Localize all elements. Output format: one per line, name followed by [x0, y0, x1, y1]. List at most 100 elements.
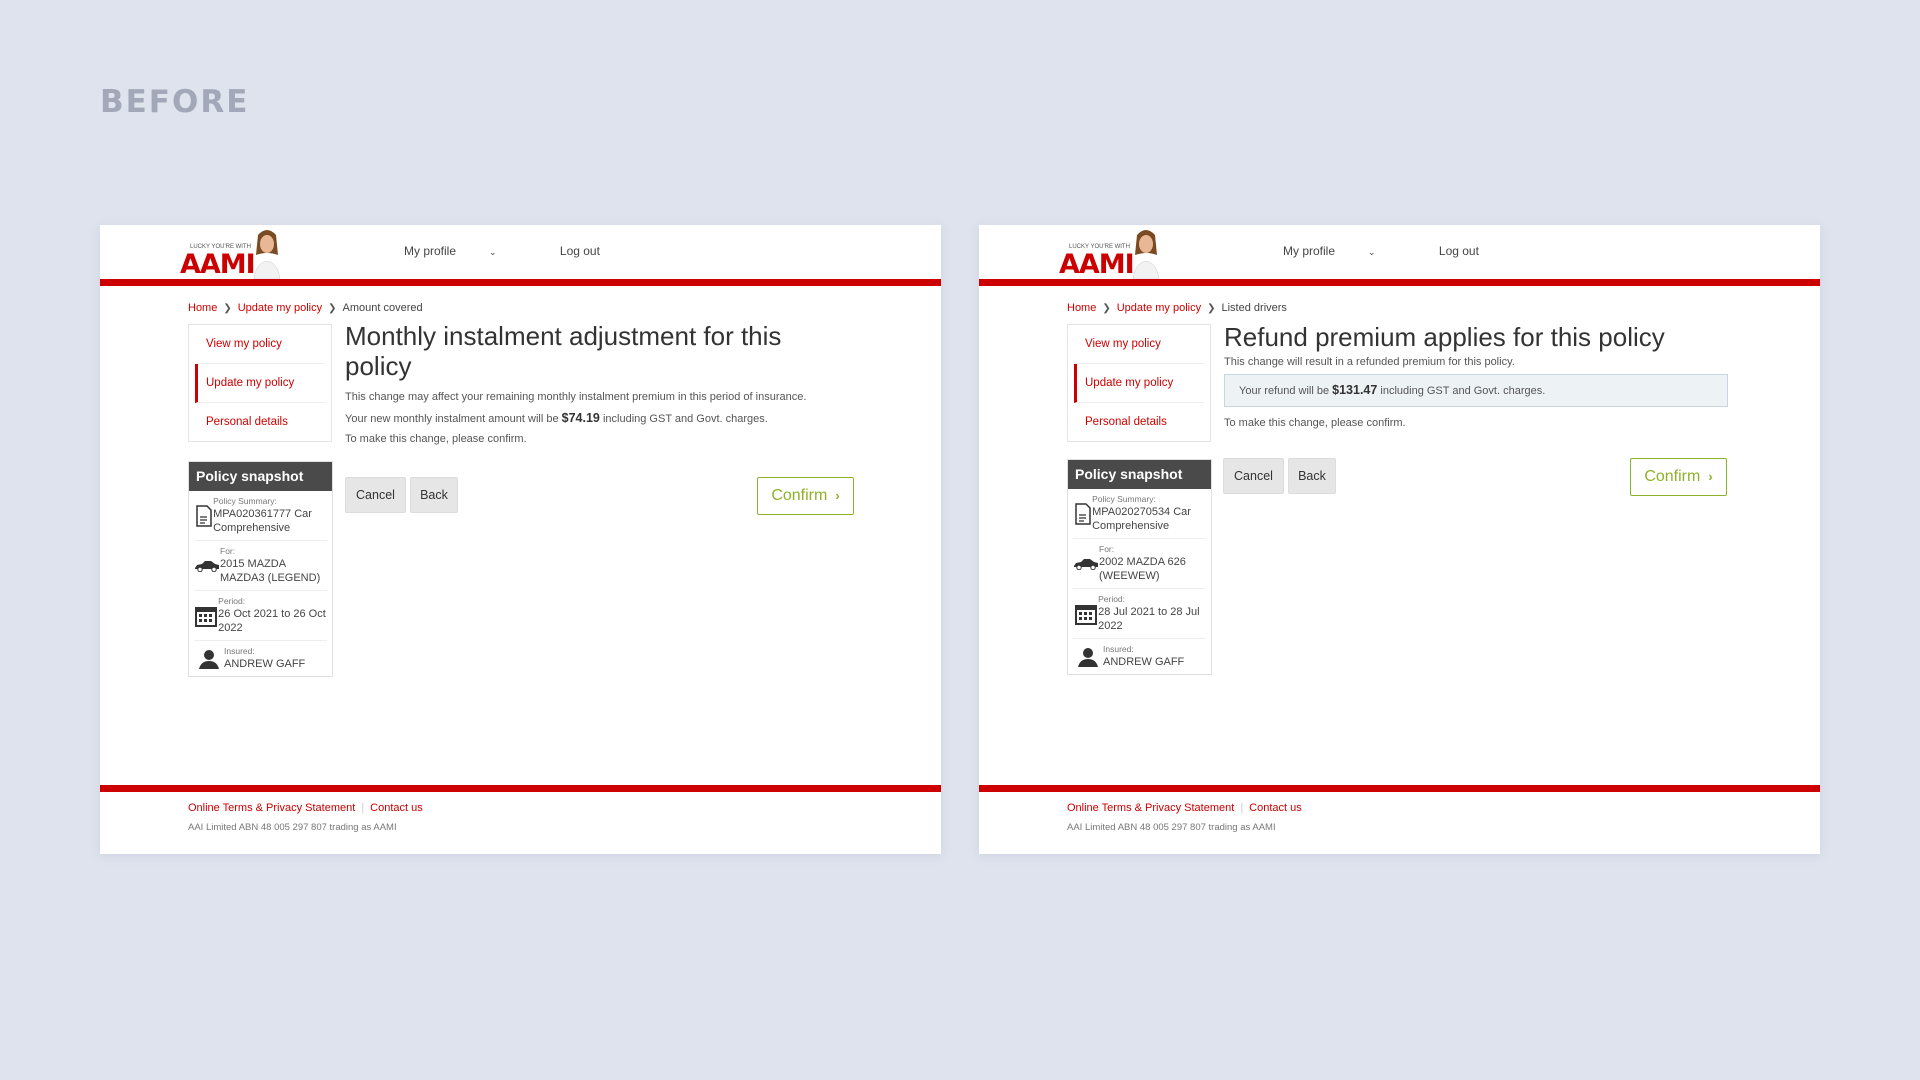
spokesperson-image — [253, 230, 281, 279]
car-icon — [1073, 558, 1099, 570]
chevron-right-icon: › — [1708, 469, 1713, 484]
calendar-icon — [1073, 603, 1098, 625]
insured-label: Insured: — [1103, 644, 1134, 654]
menu-update-policy[interactable]: Update my policy — [1074, 364, 1204, 403]
site-header: LUCKY YOU'RE WITH AAMI My profile ⌄ Log o… — [979, 225, 1820, 286]
footer-abn: AAI Limited ABN 48 005 297 807 trading a… — [188, 822, 397, 833]
snapshot-summary: Policy Summary: MPA020270534 Car Comprehe… — [1073, 489, 1206, 539]
side-menu: View my policy Update my policy Personal… — [188, 324, 332, 442]
footer-links: Online Terms & Privacy Statement | Contact… — [188, 802, 423, 814]
snapshot-summary: Policy Summary: MPA020361777 Car Comprehe… — [194, 491, 327, 541]
cancel-button[interactable]: Cancel — [1223, 458, 1284, 494]
before-heading: BEFORE — [100, 84, 250, 120]
chevron-down-icon: ⌄ — [489, 247, 497, 257]
vehicle-label: For: — [220, 546, 236, 556]
period-label: Period: — [1098, 594, 1126, 604]
chevron-right-icon: ❯ — [223, 303, 232, 314]
spokesperson-image — [1132, 230, 1160, 279]
breadcrumb-home[interactable]: Home — [188, 302, 217, 314]
refund-text-pre: Your refund will be — [1239, 385, 1333, 397]
main-content: Monthly instalment adjustment for this p… — [345, 321, 855, 445]
divider: | — [361, 802, 365, 814]
snapshot-period: Period: 26 Oct 2021 to 26 Oct 2022 — [194, 591, 327, 641]
breadcrumb-update-policy[interactable]: Update my policy — [238, 302, 322, 314]
breadcrumb-current: Listed drivers — [1221, 302, 1287, 314]
page-title: Refund premium applies for this policy — [1224, 322, 1665, 352]
log-out-link[interactable]: Log out — [1439, 244, 1479, 258]
snapshot-insured: Insured: ANDREW GAFF — [1073, 639, 1206, 674]
terms-link[interactable]: Online Terms & Privacy Statement — [188, 802, 355, 814]
policy-snapshot: Policy snapshot Policy Summary: MPA020361… — [188, 461, 333, 677]
instalment-text-post: including GST and Govt. charges. — [599, 413, 768, 425]
car-icon — [194, 560, 220, 572]
info-line-1: This change may affect your remaining mo… — [345, 391, 807, 403]
instalment-amount: $74.19 — [561, 411, 600, 425]
summary-value: MPA020361777 Car Comprehensive — [213, 508, 312, 534]
menu-view-policy[interactable]: View my policy — [195, 325, 325, 364]
terms-link[interactable]: Online Terms & Privacy Statement — [1067, 802, 1234, 814]
side-menu: View my policy Update my policy Personal… — [1067, 324, 1211, 442]
info-line-2: Your new monthly instalment amount will … — [345, 411, 855, 425]
person-icon — [194, 649, 224, 669]
my-profile-label: My profile — [1283, 244, 1336, 258]
confirm-button[interactable]: Confirm › — [1630, 458, 1727, 496]
policy-snapshot-title: Policy snapshot — [1068, 460, 1211, 489]
snapshot-insured: Insured: ANDREW GAFF — [194, 641, 327, 676]
log-out-link[interactable]: Log out — [560, 244, 600, 258]
main-content: Refund premium applies for this policy T… — [1224, 322, 1734, 429]
divider: | — [1240, 802, 1244, 814]
instalment-text-pre: Your new monthly instalment amount will … — [345, 413, 562, 425]
insured-value: ANDREW GAFF — [224, 658, 306, 670]
breadcrumb-current: Amount covered — [342, 302, 423, 314]
summary-label: Policy Summary: — [1092, 494, 1156, 504]
chevron-right-icon: ❯ — [1102, 303, 1111, 314]
summary-value: MPA020270534 Car Comprehensive — [1092, 506, 1191, 532]
period-label: Period: — [218, 596, 246, 606]
document-icon — [194, 504, 213, 527]
confirm-label: Confirm — [1644, 468, 1701, 485]
breadcrumb-home[interactable]: Home — [1067, 302, 1096, 314]
cancel-button[interactable]: Cancel — [345, 477, 406, 513]
vehicle-label: For: — [1099, 544, 1115, 554]
insured-label: Insured: — [224, 646, 255, 656]
footer-links: Online Terms & Privacy Statement | Contact… — [1067, 802, 1302, 814]
chevron-right-icon: ❯ — [1207, 303, 1216, 314]
back-button[interactable]: Back — [1288, 458, 1336, 494]
policy-snapshot-title: Policy snapshot — [189, 462, 332, 491]
my-profile-menu[interactable]: My profile ⌄ — [1283, 244, 1406, 258]
menu-view-policy[interactable]: View my policy — [1074, 325, 1204, 364]
site-footer: Online Terms & Privacy Statement | Contact… — [979, 785, 1820, 854]
contact-link[interactable]: Contact us — [1249, 802, 1302, 814]
menu-personal-details[interactable]: Personal details — [1074, 403, 1204, 441]
my-profile-label: My profile — [404, 244, 457, 258]
chevron-right-icon: ❯ — [328, 303, 337, 314]
refund-amount: $131.47 — [1332, 383, 1378, 397]
confirm-button[interactable]: Confirm › — [757, 477, 854, 515]
document-icon — [1073, 502, 1092, 525]
top-nav: My profile ⌄ Log out — [1283, 244, 1509, 258]
vehicle-value: 2002 MAZDA 626 (WEEWEW) — [1099, 556, 1186, 582]
site-footer: Online Terms & Privacy Statement | Contact… — [100, 785, 941, 854]
logo-wordmark: AAMI — [1059, 249, 1135, 280]
contact-link[interactable]: Contact us — [370, 802, 423, 814]
aami-logo[interactable]: LUCKY YOU'RE WITH AAMI — [180, 225, 300, 279]
site-header: LUCKY YOU'RE WITH AAMI My profile ⌄ Log o… — [100, 225, 941, 286]
summary-label: Policy Summary: — [213, 496, 277, 506]
calendar-icon — [194, 605, 218, 627]
aami-logo[interactable]: LUCKY YOU'RE WITH AAMI — [1059, 225, 1179, 279]
menu-personal-details[interactable]: Personal details — [195, 403, 325, 441]
breadcrumb-update-policy[interactable]: Update my policy — [1117, 302, 1201, 314]
insured-value: ANDREW GAFF — [1103, 656, 1185, 668]
screen-monthly-instalment: LUCKY YOU'RE WITH AAMI My profile ⌄ Log o… — [100, 225, 941, 854]
person-icon — [1073, 647, 1103, 667]
chevron-right-icon: › — [835, 488, 840, 503]
menu-update-policy[interactable]: Update my policy — [195, 364, 325, 403]
logo-wordmark: AAMI — [180, 249, 256, 280]
my-profile-menu[interactable]: My profile ⌄ — [404, 244, 527, 258]
back-button[interactable]: Back — [410, 477, 458, 513]
top-nav: My profile ⌄ Log out — [404, 244, 630, 258]
page-title: Monthly instalment adjustment for this p… — [345, 321, 782, 381]
info-line-3: To make this change, please confirm. — [1224, 417, 1406, 429]
refund-notice: Your refund will be $131.47 including GS… — [1224, 374, 1728, 407]
refund-text-post: including GST and Govt. charges. — [1377, 385, 1546, 397]
